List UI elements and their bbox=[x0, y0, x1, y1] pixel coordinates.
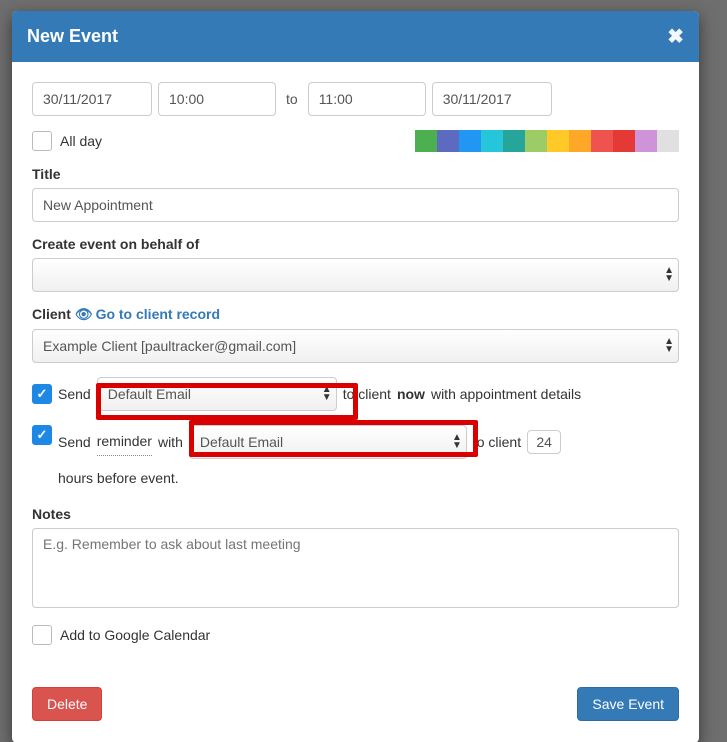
all-day-label: All day bbox=[60, 133, 102, 149]
send-now-now: now bbox=[397, 386, 425, 402]
datetime-row: to bbox=[32, 82, 679, 116]
google-cal-checkbox[interactable] bbox=[32, 625, 52, 645]
new-event-modal: New Event ✖ to All day T bbox=[12, 11, 699, 742]
color-swatch[interactable] bbox=[459, 130, 481, 152]
all-day-checkbox[interactable] bbox=[32, 131, 52, 151]
title-label: Title bbox=[32, 166, 679, 182]
reminder-template-select[interactable]: Default Email ▲▼ bbox=[189, 425, 467, 459]
color-swatches[interactable] bbox=[415, 130, 679, 152]
color-swatch[interactable] bbox=[415, 130, 437, 152]
client-label: Client bbox=[32, 306, 71, 322]
modal-header: New Event ✖ bbox=[12, 11, 699, 62]
client-select[interactable]: Example Client [paultracker@gmail.com] ▲… bbox=[32, 329, 679, 363]
color-swatch[interactable] bbox=[657, 130, 679, 152]
color-swatch[interactable] bbox=[503, 130, 525, 152]
send-now-post: with appointment details bbox=[431, 386, 581, 402]
caret-icon: ▲▼ bbox=[664, 338, 674, 354]
color-swatch[interactable] bbox=[613, 130, 635, 152]
go-to-client-link[interactable]: 👁Go to client record bbox=[75, 306, 220, 322]
send-now-checkbox[interactable] bbox=[32, 384, 52, 404]
color-swatch[interactable] bbox=[569, 130, 591, 152]
behalf-select[interactable]: ▲▼ bbox=[32, 258, 679, 292]
send-now-template-select[interactable]: Default Email ▲▼ bbox=[97, 377, 337, 411]
caret-icon: ▲▼ bbox=[322, 386, 332, 402]
end-date-input[interactable] bbox=[432, 82, 552, 116]
reminder-pre: Send bbox=[58, 429, 91, 456]
save-event-button[interactable]: Save Event bbox=[577, 687, 679, 721]
modal-title: New Event bbox=[27, 26, 118, 47]
close-icon[interactable]: ✖ bbox=[667, 24, 684, 49]
google-cal-label: Add to Google Calendar bbox=[60, 627, 210, 643]
start-time-input[interactable] bbox=[158, 82, 276, 116]
reminder-checkbox[interactable] bbox=[32, 425, 52, 445]
reminder-hours-input[interactable] bbox=[527, 430, 561, 454]
title-input[interactable] bbox=[32, 188, 679, 222]
send-now-pre: Send bbox=[58, 386, 91, 402]
reminder-to-client: to client bbox=[473, 429, 521, 456]
behalf-label: Create event on behalf of bbox=[32, 236, 679, 252]
notes-textarea[interactable] bbox=[32, 528, 679, 608]
reminder-hours-after: hours before event. bbox=[58, 465, 179, 492]
start-date-input[interactable] bbox=[32, 82, 152, 116]
color-swatch[interactable] bbox=[481, 130, 503, 152]
to-label: to bbox=[286, 91, 298, 107]
delete-button[interactable]: Delete bbox=[32, 687, 102, 721]
caret-icon: ▲▼ bbox=[664, 267, 674, 283]
eye-icon: 👁 bbox=[75, 306, 93, 322]
color-swatch[interactable] bbox=[437, 130, 459, 152]
reminder-with: with bbox=[158, 429, 183, 456]
end-time-input[interactable] bbox=[308, 82, 426, 116]
color-swatch[interactable] bbox=[525, 130, 547, 152]
color-swatch[interactable] bbox=[635, 130, 657, 152]
notes-label: Notes bbox=[32, 506, 679, 522]
color-swatch[interactable] bbox=[591, 130, 613, 152]
caret-icon: ▲▼ bbox=[452, 434, 462, 450]
reminder-word[interactable]: reminder bbox=[97, 428, 152, 456]
color-swatch[interactable] bbox=[547, 130, 569, 152]
client-value: Example Client [paultracker@gmail.com] bbox=[43, 338, 296, 354]
send-now-mid: to client bbox=[343, 386, 391, 402]
